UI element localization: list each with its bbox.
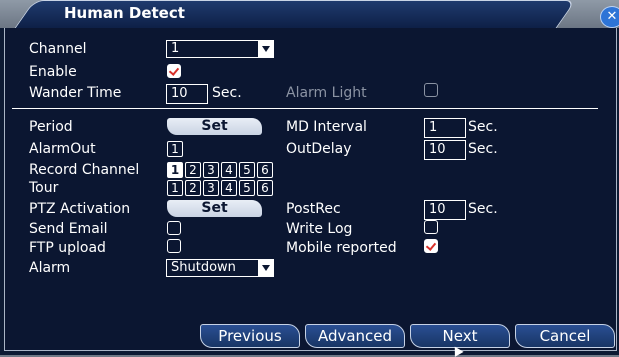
wander-time-label: Wander Time	[29, 85, 122, 101]
period-label: Period	[29, 119, 73, 135]
record-channel-box-6[interactable]: 6	[257, 162, 273, 178]
record-channel-box-3[interactable]: 3	[203, 162, 219, 178]
md-interval-unit: Sec.	[468, 119, 498, 135]
cancel-button[interactable]: Cancel	[515, 324, 615, 348]
settings-panel	[4, 28, 617, 351]
tour-label: Tour	[29, 180, 59, 196]
out-delay-value: 10	[429, 142, 446, 157]
alarm-label: Alarm	[29, 260, 71, 276]
write-log-checkbox[interactable]	[424, 220, 438, 234]
wander-time-value: 10	[171, 86, 188, 101]
alarm-light-label: Alarm Light	[286, 85, 367, 101]
chevron-down-icon[interactable]	[258, 41, 273, 57]
title-bar: Human Detect ✕	[0, 0, 619, 29]
tour-box-3[interactable]: 3	[203, 180, 219, 196]
md-interval-input[interactable]: 1	[424, 118, 466, 138]
period-set-button[interactable]: Set	[167, 118, 262, 135]
alarm-value: Shutdown	[171, 260, 236, 275]
post-rec-value: 10	[429, 202, 446, 217]
human-detect-window: Human Detect ✕ Channel 1 Enable Wander T…	[0, 0, 619, 357]
tour-box-2[interactable]: 2	[185, 180, 201, 196]
send-email-checkbox[interactable]	[167, 221, 181, 235]
chevron-down-icon[interactable]	[258, 260, 273, 276]
enable-checkbox[interactable]	[167, 64, 181, 78]
channel-label: Channel	[29, 41, 87, 57]
ptz-activation-label: PTZ Activation	[29, 201, 131, 217]
mobile-reported-checkbox[interactable]	[424, 239, 438, 253]
record-channel-box-2[interactable]: 2	[185, 162, 201, 178]
previous-button[interactable]: Previous	[200, 324, 300, 348]
alarm-light-checkbox[interactable]	[424, 83, 438, 97]
tour-box-4[interactable]: 4	[221, 180, 237, 196]
ptz-set-button[interactable]: Set	[167, 200, 262, 217]
out-delay-unit: Sec.	[468, 141, 498, 157]
md-interval-label: MD Interval	[286, 119, 367, 135]
wander-time-unit: Sec.	[212, 85, 242, 101]
channel-select[interactable]: 1	[166, 40, 274, 58]
record-channel-box-5[interactable]: 5	[239, 162, 255, 178]
record-channel-box-4[interactable]: 4	[221, 162, 237, 178]
window-title: Human Detect	[64, 4, 185, 22]
tour-box-1[interactable]: 1	[167, 180, 183, 196]
post-rec-label: PostRec	[286, 201, 341, 217]
send-email-label: Send Email	[29, 221, 108, 237]
write-log-label: Write Log	[286, 221, 353, 237]
md-interval-value: 1	[429, 120, 438, 135]
record-channel-label: Record Channel	[29, 162, 140, 178]
ftp-upload-checkbox[interactable]	[167, 239, 181, 253]
record-channel-box-1[interactable]: 1	[167, 162, 183, 178]
out-delay-input[interactable]: 10	[424, 140, 466, 160]
next-button[interactable]: Next	[410, 324, 510, 348]
channel-value: 1	[171, 41, 180, 56]
ftp-upload-label: FTP upload	[29, 240, 106, 256]
advanced-button[interactable]: Advanced	[305, 324, 405, 348]
wander-time-input[interactable]: 10	[166, 84, 208, 104]
alarm-out-label: AlarmOut	[29, 141, 96, 157]
tour-box-6[interactable]: 6	[257, 180, 273, 196]
out-delay-label: OutDelay	[286, 141, 352, 157]
close-icon[interactable]: ✕	[600, 6, 619, 28]
alarm-select[interactable]: Shutdown	[166, 259, 274, 277]
enable-label: Enable	[29, 64, 77, 80]
post-rec-input[interactable]: 10	[424, 200, 466, 220]
post-rec-unit: Sec.	[468, 201, 498, 217]
alarm-out-box-1[interactable]: 1	[167, 141, 183, 157]
mobile-reported-label: Mobile reported	[286, 240, 397, 256]
tour-box-5[interactable]: 5	[239, 180, 255, 196]
section-divider	[12, 108, 598, 109]
